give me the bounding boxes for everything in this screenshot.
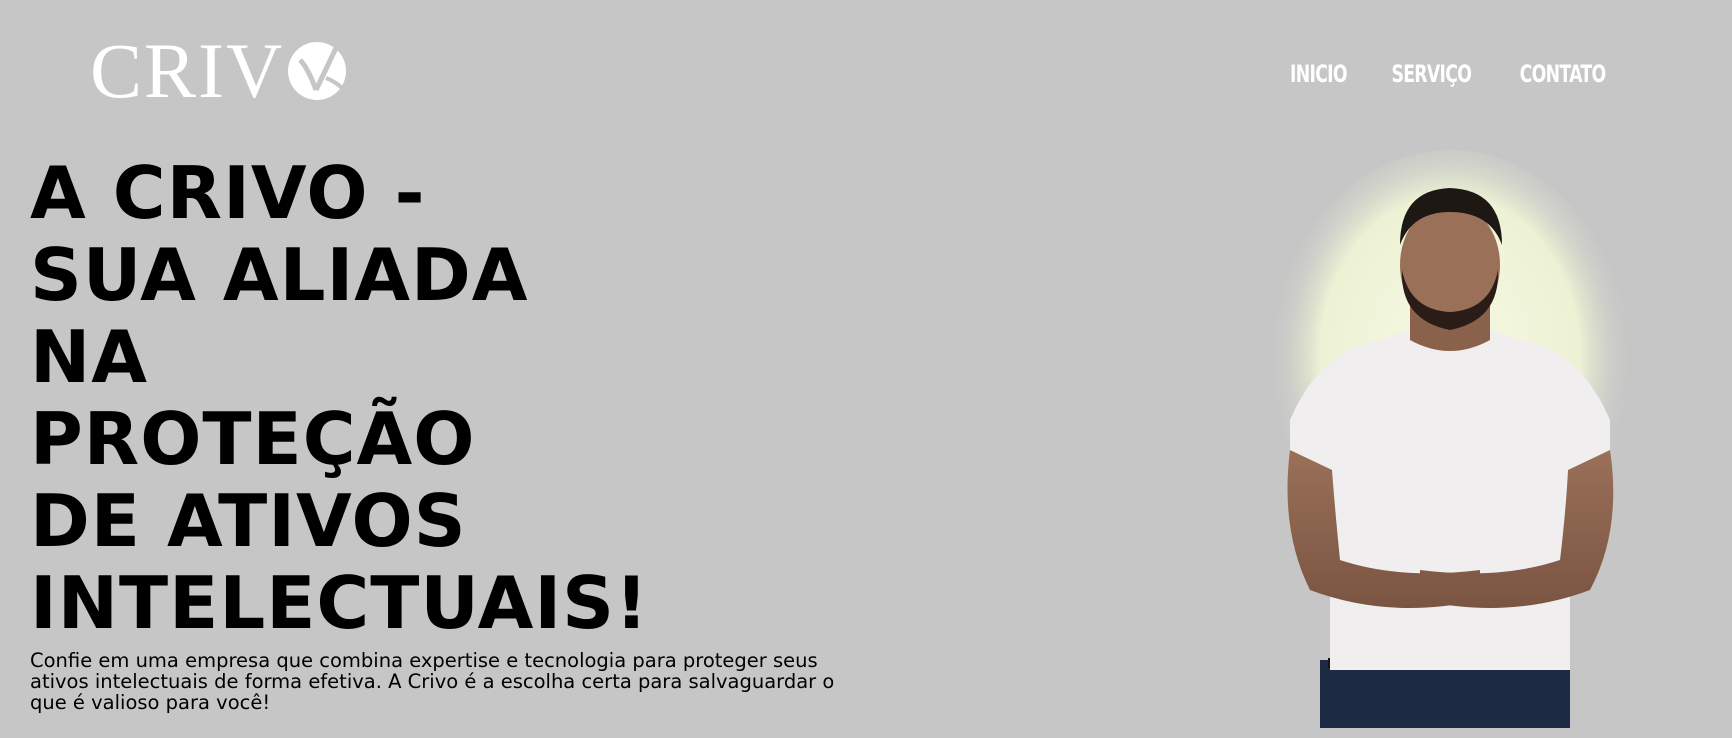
crivo-logo-mark-icon — [286, 40, 348, 106]
hero-portrait-image — [1250, 150, 1650, 728]
hero-title-line: A CRIVO - — [30, 151, 426, 235]
brand-logo[interactable]: CRIV — [90, 27, 348, 114]
hero-title-line: NA — [30, 315, 148, 399]
nav-link-contato[interactable]: CONTATO — [1520, 60, 1606, 88]
hero-title: A CRIVO - SUA ALIADA NA PROTEÇÃO DE ATIV… — [30, 152, 649, 644]
main-nav: INICIO SERVIÇO CONTATO — [1279, 60, 1622, 88]
hero-description: Confie em uma empresa que combina expert… — [30, 649, 835, 714]
nav-link-servico[interactable]: SERVIÇO — [1392, 60, 1472, 88]
brand-logo-text: CRIV — [90, 27, 285, 114]
hero-title-line: DE ATIVOS — [30, 479, 467, 563]
hero-title-line: INTELECTUAIS! — [30, 561, 649, 645]
nav-link-inicio[interactable]: INICIO — [1290, 60, 1348, 88]
hero-title-line: SUA ALIADA — [30, 233, 529, 317]
hero-title-line: PROTEÇÃO — [30, 397, 476, 481]
